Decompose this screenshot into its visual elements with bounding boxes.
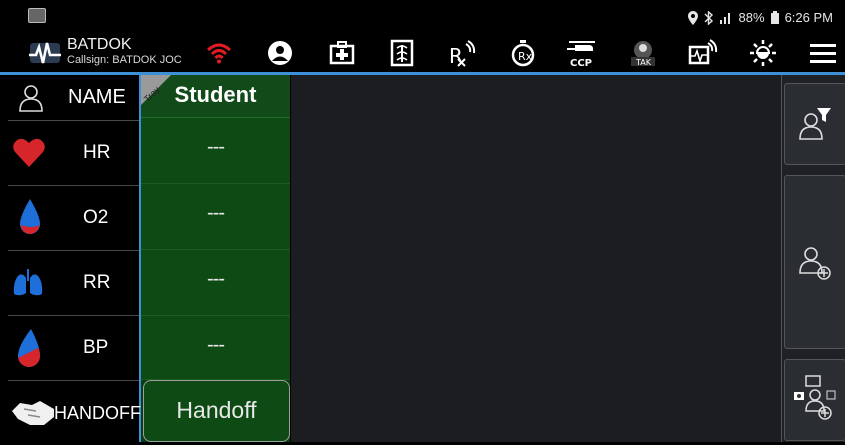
hr-value-cell[interactable]: --- xyxy=(141,118,290,184)
svg-text:CCP: CCP xyxy=(570,58,592,68)
batdok-logo-icon xyxy=(29,42,61,64)
o2-row[interactable]: O2 xyxy=(8,186,139,251)
handshake-icon xyxy=(12,401,54,425)
blood-pressure-icon xyxy=(18,329,40,367)
app-toolbar: BATDOK Callsign: BATDOK JOC R Rx CCP TAK xyxy=(0,34,845,75)
blood-drop-icon xyxy=(20,199,40,234)
brightness-icon[interactable] xyxy=(748,38,778,68)
location-icon xyxy=(687,10,698,25)
lungs-icon xyxy=(13,269,43,296)
handoff-button[interactable]: Handoff xyxy=(143,380,290,442)
add-patient-button[interactable] xyxy=(784,175,845,349)
signal-icon xyxy=(719,12,733,24)
right-action-column xyxy=(781,75,845,442)
bp-value: --- xyxy=(207,334,225,356)
filter-patients-button[interactable] xyxy=(784,83,845,165)
handoff-row[interactable]: HANDOFF xyxy=(8,381,141,442)
o2-value-cell[interactable]: --- xyxy=(141,184,290,250)
vitals-label-column: NAME HR O2 RR BP HANDOFF xyxy=(8,75,141,442)
battery-icon xyxy=(770,11,779,24)
menu-icon[interactable] xyxy=(808,38,838,68)
svg-text:TAK: TAK xyxy=(635,58,652,67)
patient-column: Student Tray --- --- --- --- Handoff xyxy=(141,75,290,442)
hr-label: HR xyxy=(83,142,111,163)
camera-folder-person-add-icon xyxy=(794,375,836,420)
add-patient-from-source-button[interactable] xyxy=(784,359,845,441)
rr-label: RR xyxy=(83,272,111,293)
name-header-label: NAME xyxy=(68,86,126,108)
vitals-nfc-icon[interactable] xyxy=(688,38,718,68)
svg-text:Rx: Rx xyxy=(518,50,533,63)
hr-row[interactable]: HR xyxy=(8,121,139,186)
caduceus-icon[interactable] xyxy=(387,38,417,68)
handoff-button-label: Handoff xyxy=(176,397,257,423)
hr-value: --- xyxy=(207,136,225,158)
name-header[interactable]: NAME xyxy=(8,75,139,121)
user-icon[interactable] xyxy=(265,38,295,68)
status-right: 88% 6:26 PM xyxy=(687,10,833,25)
bp-row[interactable]: BP xyxy=(8,316,139,381)
rx-timer-icon[interactable]: Rx xyxy=(508,38,538,68)
o2-value: --- xyxy=(207,202,225,224)
bluetooth-icon xyxy=(704,10,713,25)
rr-value: --- xyxy=(207,268,225,290)
handoff-label: HANDOFF xyxy=(54,403,141,423)
person-outline-icon xyxy=(19,85,43,112)
app-title: BATDOK xyxy=(67,36,132,53)
rr-row[interactable]: RR xyxy=(8,251,139,316)
person-add-icon xyxy=(799,247,831,280)
helicopter-ccp-icon[interactable]: CCP xyxy=(565,38,601,68)
rx-nfc-icon[interactable]: R xyxy=(448,38,478,68)
bp-label: BP xyxy=(83,337,109,358)
status-bar: 88% 6:26 PM xyxy=(0,0,845,34)
tak-icon[interactable]: TAK xyxy=(628,38,658,68)
o2-label: O2 xyxy=(83,207,109,228)
medical-kit-icon[interactable] xyxy=(327,38,357,68)
rr-value-cell[interactable]: --- xyxy=(141,250,290,316)
person-filter-icon xyxy=(799,108,831,140)
clock: 6:26 PM xyxy=(784,10,833,25)
battery-percent: 88% xyxy=(738,10,765,25)
gallery-notification-icon xyxy=(28,8,46,23)
callsign-label: Callsign: BATDOK JOC xyxy=(67,54,182,66)
heart-icon xyxy=(13,138,45,167)
patient-grid-area[interactable] xyxy=(291,75,781,442)
bp-value-cell[interactable]: --- xyxy=(141,316,290,380)
wifi-icon[interactable] xyxy=(204,38,234,68)
